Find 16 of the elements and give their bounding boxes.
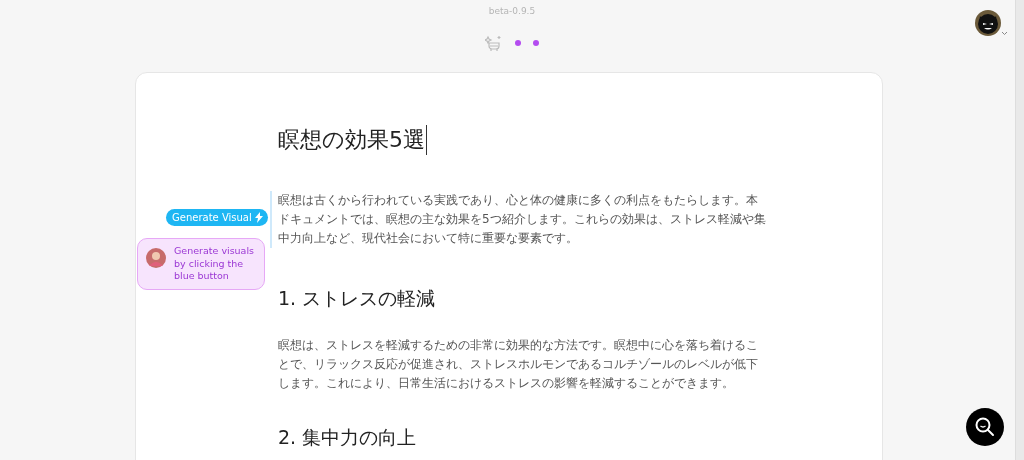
avatar-icon[interactable] — [975, 10, 1001, 36]
paragraph: 瞑想は古くから行われている実践であり、心と体の健康に多くの利点をもたらします。本ドキュメントでは、瞑想の主な効果を5つ紹介します。これらの効果は、ストレス軽減や集中力向上など、現代社会において特に重要な要素です。 — [270, 191, 768, 248]
hint-text: Generate visuals by clicking the blue button — [174, 245, 256, 283]
loading-dot — [533, 40, 539, 46]
avatar-icon — [146, 248, 166, 268]
search-icon — [974, 416, 996, 438]
section-heading: 2. 集中力の向上 — [278, 425, 418, 450]
paragraph: 瞑想は、ストレスを軽減するための非常に効果的な方法です。瞑想中に心を落ち着けることで、リラックス反応が促進され、ストレスホルモンであるコルチゾールのレベルが低下します。これにより、日常生活におけるストレスの影響を軽減することができます。 — [278, 337, 759, 392]
search-button[interactable] — [966, 408, 1004, 446]
chevron-icon[interactable] — [1001, 31, 1008, 36]
loading-dot — [515, 40, 521, 46]
lightning-icon — [254, 212, 263, 223]
version-label: beta-0.9.5 — [488, 6, 536, 16]
sparkle-icon — [485, 34, 503, 52]
section-heading: 1. ストレスの軽減 — [278, 286, 437, 311]
document-title[interactable]: 瞑想の効果5選 — [278, 125, 427, 155]
